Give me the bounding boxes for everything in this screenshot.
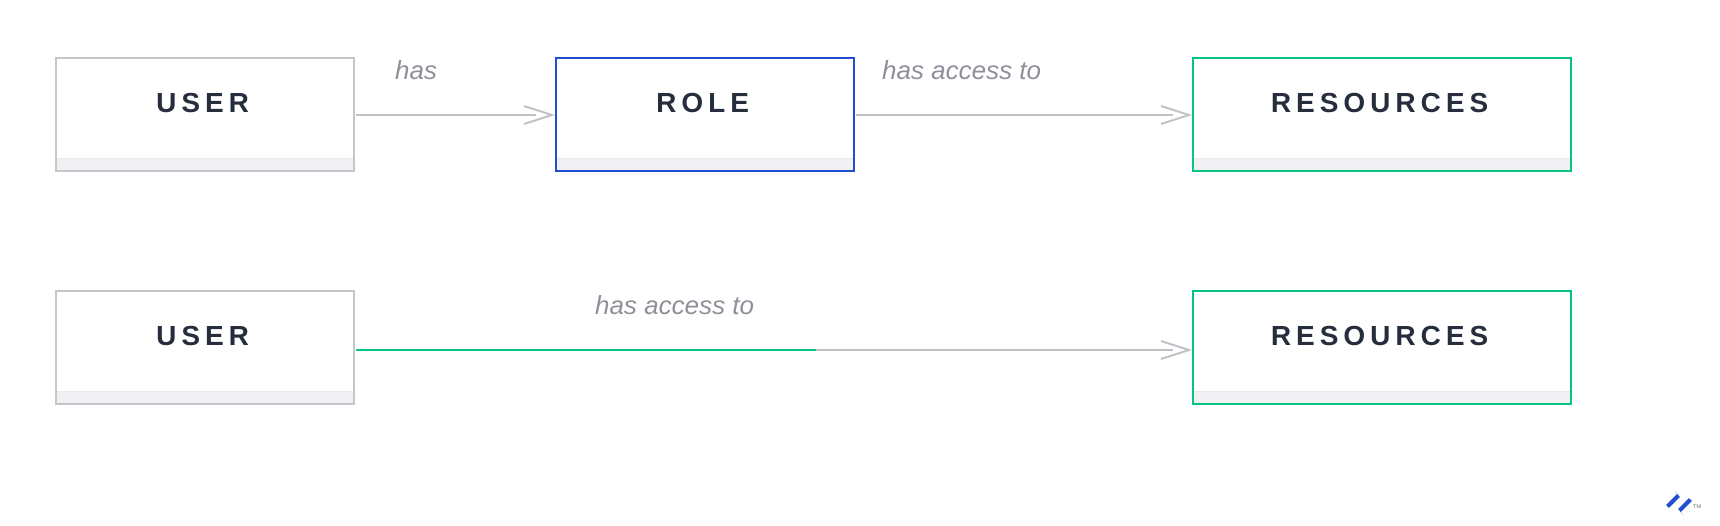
node-footer: [557, 158, 853, 170]
node-footer: [1194, 158, 1570, 170]
node-resources-row2: RESOURCES: [1192, 290, 1572, 405]
arrow-user-to-role: [356, 104, 554, 105]
edge-label-has: has: [395, 55, 437, 86]
node-label: RESOURCES: [1271, 320, 1493, 352]
node-user-row2: USER: [55, 290, 355, 405]
node-footer: [57, 158, 353, 170]
node-user-row1: USER: [55, 57, 355, 172]
arrow-user-to-resources: [356, 339, 1191, 340]
node-resources-row1: RESOURCES: [1192, 57, 1572, 172]
edge-label-has-access-to-row2: has access to: [595, 290, 754, 321]
toptal-logo-icon: [1666, 490, 1692, 516]
node-role-row1: ROLE: [555, 57, 855, 172]
node-label: USER: [156, 320, 254, 352]
arrow-role-to-resources: [856, 104, 1191, 105]
node-footer: [57, 391, 353, 403]
node-label: ROLE: [656, 87, 754, 119]
node-footer: [1194, 391, 1570, 403]
node-label: RESOURCES: [1271, 87, 1493, 119]
node-label: USER: [156, 87, 254, 119]
trademark-symbol: ™: [1692, 503, 1702, 514]
access-control-diagram: USER ROLE RESOURCES USER RESOURCES has h…: [0, 0, 1720, 526]
edge-label-has-access-to-row1: has access to: [882, 55, 1041, 86]
